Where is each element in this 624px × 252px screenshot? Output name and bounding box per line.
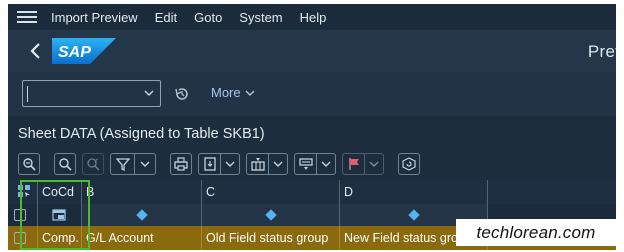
print-icon <box>174 157 188 171</box>
sheet-title: Sheet DATA (Assigned to Table SKB1) <box>18 126 265 142</box>
sap-logo[interactable]: SAP <box>52 38 116 64</box>
filter-button[interactable] <box>110 153 156 175</box>
zoom-icon <box>23 158 36 171</box>
more-button[interactable]: More <box>211 85 255 100</box>
svg-text:SAP: SAP <box>58 44 91 61</box>
layout-icon <box>251 158 265 171</box>
filter-icon <box>115 158 130 171</box>
chevron-down-icon <box>273 161 283 167</box>
menu-import-preview[interactable]: Import Preview <box>51 10 138 25</box>
column-header-b[interactable]: B <box>82 180 202 204</box>
select-all-cell[interactable] <box>8 180 38 204</box>
menu-system[interactable]: System <box>239 10 282 25</box>
search-button[interactable] <box>54 153 76 175</box>
watermark: techlorean.com <box>456 219 616 246</box>
back-arrow-icon[interactable] <box>26 41 46 61</box>
menu-bar: Import Preview Edit Goto System Help <box>8 4 616 30</box>
chevron-down-icon <box>245 90 255 96</box>
filter-cell-b[interactable] <box>82 204 202 226</box>
row-checkbox[interactable] <box>14 232 26 244</box>
column-header-d[interactable]: D <box>340 180 488 204</box>
filter-cell-cocd[interactable] <box>38 204 82 226</box>
cell-cocd[interactable]: Comp. <box>38 226 82 250</box>
menu-help[interactable]: Help <box>300 10 327 25</box>
diamond-icon[interactable] <box>135 209 148 221</box>
menu-edit[interactable]: Edit <box>155 10 177 25</box>
variant-combobox[interactable] <box>22 80 161 107</box>
svg-text:+: + <box>95 158 99 164</box>
zoom-button[interactable] <box>18 153 40 175</box>
diamond-icon[interactable] <box>264 209 277 221</box>
search-icon <box>59 158 72 171</box>
refresh-button[interactable] <box>398 153 420 175</box>
diamond-icon[interactable] <box>407 209 420 221</box>
search-next-icon: + <box>87 158 100 171</box>
filter-cell-c[interactable] <box>202 204 340 226</box>
cell-b[interactable]: G/L Account <box>82 226 202 250</box>
row-select-cell <box>8 226 38 250</box>
chevron-down-icon[interactable] <box>143 87 155 99</box>
chevron-down-icon <box>140 161 150 167</box>
layout-button[interactable] <box>246 153 288 175</box>
chevron-down-icon <box>321 161 331 167</box>
row-checkbox[interactable] <box>14 209 26 221</box>
table-settings-icon[interactable] <box>52 209 66 221</box>
flag-button[interactable] <box>342 153 384 175</box>
refresh-icon <box>402 157 416 171</box>
hamburger-menu-icon[interactable] <box>17 9 37 25</box>
menu-goto[interactable]: Goto <box>194 10 222 25</box>
settings-icon <box>299 158 313 170</box>
column-header-cocd[interactable]: CoCd <box>38 180 82 204</box>
shell-header: SAP Prev <box>8 30 616 72</box>
history-icon[interactable] <box>174 86 190 102</box>
flag-icon <box>349 158 359 170</box>
search-next-button[interactable]: + <box>82 153 104 175</box>
row-select-cell <box>8 204 38 226</box>
settings-button[interactable] <box>294 153 336 175</box>
export-icon <box>204 157 216 171</box>
cell-c[interactable]: Old Field status group <box>202 226 340 250</box>
more-label: More <box>211 85 241 100</box>
chevron-down-icon <box>225 161 235 167</box>
select-all-icon[interactable] <box>17 184 31 198</box>
print-button[interactable] <box>170 153 192 175</box>
page-title: Prev <box>587 42 616 61</box>
text-cursor <box>27 86 28 102</box>
table-header-row: CoCd B C D <box>8 180 616 204</box>
export-button[interactable] <box>198 153 240 175</box>
sap-window: Import Preview Edit Goto System Help SAP… <box>8 4 616 250</box>
chevron-down-icon <box>369 161 379 167</box>
column-header-c[interactable]: C <box>202 180 340 204</box>
